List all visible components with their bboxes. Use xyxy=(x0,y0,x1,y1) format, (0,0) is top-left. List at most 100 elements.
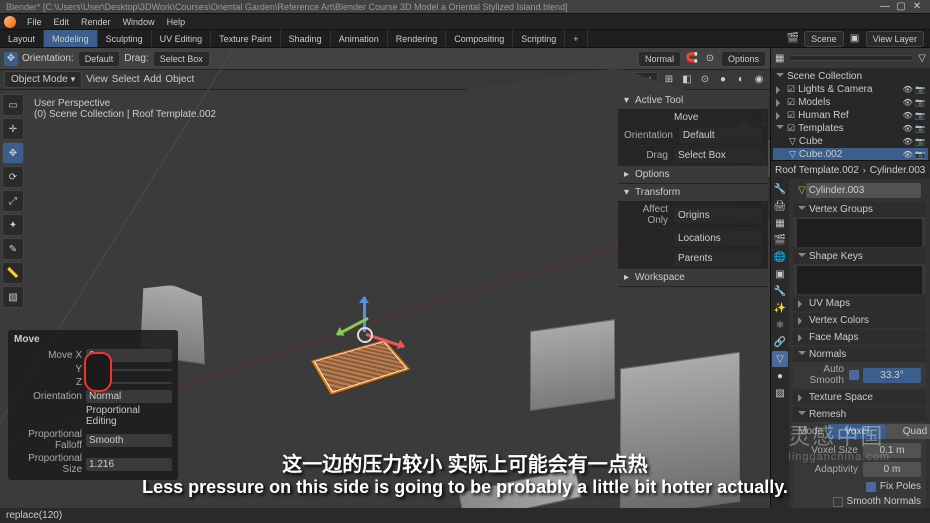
menu-select[interactable]: Select xyxy=(112,74,140,85)
autosmooth-checkbox[interactable] xyxy=(849,370,859,380)
viewport-3d[interactable]: ✥ Orientation: Default Drag: Select Box … xyxy=(0,48,770,508)
tool-transform[interactable]: ✦ xyxy=(2,214,24,236)
close-icon[interactable]: ✕ xyxy=(910,1,924,13)
tab-scripting[interactable]: Scripting xyxy=(513,30,565,47)
tool-rotate[interactable]: ⟳ xyxy=(2,166,24,188)
section-shape-keys[interactable]: Shape Keys xyxy=(793,249,926,264)
shading-solid-icon[interactable]: ● xyxy=(716,73,730,87)
tab-layout[interactable]: Layout xyxy=(0,30,44,47)
tree-models[interactable]: ☑Models👁 📷 xyxy=(773,96,928,109)
tree-lights-camera[interactable]: ☑Lights & Camera👁 📷 xyxy=(773,83,928,96)
shading-rendered-icon[interactable]: ◉ xyxy=(752,73,766,87)
transform-orient[interactable]: Normal xyxy=(638,51,681,67)
npanel-drag[interactable]: Select Box xyxy=(674,148,762,163)
menu-object[interactable]: Object xyxy=(165,74,194,85)
menu-add[interactable]: Add xyxy=(144,74,162,85)
shading-material-icon[interactable]: ◐ xyxy=(734,73,748,87)
tab-compositing[interactable]: Compositing xyxy=(446,30,513,47)
tool-addcube[interactable]: ▧ xyxy=(2,286,24,308)
smoothnorm-checkbox[interactable] xyxy=(833,497,843,507)
affect-origins[interactable]: Origins xyxy=(674,208,762,223)
section-vcolors[interactable]: Vertex Colors xyxy=(793,313,926,328)
section-vertex-groups[interactable]: Vertex Groups xyxy=(793,202,926,217)
drag-dropdown[interactable]: Select Box xyxy=(153,51,210,67)
tab-texturepaint[interactable]: Texture Paint xyxy=(211,30,281,47)
scene-icon: 🎬 xyxy=(786,32,800,46)
breadcrumb-1[interactable]: Roof Template.002 xyxy=(775,165,859,176)
proportional-falloff[interactable]: Smooth xyxy=(86,434,172,447)
gizmo-center[interactable] xyxy=(357,327,373,343)
section-uvmaps[interactable]: UV Maps xyxy=(793,296,926,311)
npanel-orientation[interactable]: Default xyxy=(679,128,762,143)
tool-scale[interactable]: ⤢ xyxy=(2,190,24,212)
tab-sculpting[interactable]: Sculpting xyxy=(98,30,152,47)
ptab-object-icon[interactable]: ▣ xyxy=(772,266,788,282)
shading-wireframe-icon[interactable]: ⊙ xyxy=(698,73,712,87)
menu-edit[interactable]: Edit xyxy=(49,17,75,27)
ptab-world-icon[interactable]: 🌐 xyxy=(772,249,788,265)
section-normals[interactable]: Normals xyxy=(793,347,926,362)
display-mode-icon[interactable]: ▦ xyxy=(775,53,784,64)
tree-cube-002[interactable]: ▽Cube.002👁 📷 xyxy=(773,148,928,160)
scene-selector[interactable]: Scene xyxy=(804,31,844,47)
snap-icon[interactable]: 🧲 xyxy=(685,52,699,66)
tree-human-ref[interactable]: ☑Human Ref👁 📷 xyxy=(773,109,928,122)
affect-parents[interactable]: Parents xyxy=(674,251,762,266)
blender-logo-icon xyxy=(4,16,16,28)
title-bar: Blender* [C:\Users\User\Desktop\3DWork\C… xyxy=(0,0,930,14)
tab-shading[interactable]: Shading xyxy=(281,30,331,47)
tool-move[interactable]: ✥ xyxy=(2,142,24,164)
menu-file[interactable]: File xyxy=(22,17,47,27)
status-bar: replace(120) xyxy=(0,508,930,523)
ptab-physics-icon[interactable]: ⚛ xyxy=(772,317,788,333)
outliner-search[interactable] xyxy=(788,55,914,61)
tool-annotate[interactable]: ✎ xyxy=(2,238,24,260)
npanel-active-tool: ▾Active Tool xyxy=(618,92,768,110)
orientation-dropdown[interactable]: Default xyxy=(78,51,121,67)
mouse-icon xyxy=(84,352,112,392)
tool-measure[interactable]: 📏 xyxy=(2,262,24,284)
menu-render[interactable]: Render xyxy=(76,17,116,27)
outliner-tree[interactable]: Scene Collection ☑Lights & Camera👁 📷 ☑Mo… xyxy=(771,68,930,160)
viewlayer-selector[interactable]: View Layer xyxy=(866,31,924,47)
tab-modeling[interactable]: Modeling xyxy=(44,30,98,47)
datablock-name[interactable]: Cylinder.003 xyxy=(806,183,921,198)
props-breadcrumb: Roof Template.002› Cylinder.003 xyxy=(771,161,930,179)
ptab-constraint-icon[interactable]: 🔗 xyxy=(772,334,788,350)
tab-animation[interactable]: Animation xyxy=(331,30,388,47)
tab-add[interactable]: + xyxy=(565,30,587,47)
menu-help[interactable]: Help xyxy=(162,17,191,27)
tool-cursor[interactable]: ✛ xyxy=(2,118,24,140)
ptab-texture-icon[interactable]: ▨ xyxy=(772,385,788,401)
filter-icon[interactable]: ▽ xyxy=(918,53,926,64)
ptab-viewlayer-icon[interactable]: ▦ xyxy=(772,215,788,231)
ptab-data-icon[interactable]: ▽ xyxy=(772,351,788,367)
breadcrumb-2[interactable]: Cylinder.003 xyxy=(870,165,926,176)
menu-window[interactable]: Window xyxy=(118,17,160,27)
minimize-icon[interactable]: — xyxy=(878,1,892,13)
workspace-tabs: Layout Modeling Sculpting UV Editing Tex… xyxy=(0,30,930,48)
section-facemaps[interactable]: Face Maps xyxy=(793,330,926,345)
ptab-scene-icon[interactable]: 🎬 xyxy=(772,232,788,248)
section-texspace[interactable]: Texture Space xyxy=(793,390,926,405)
remesh-quad[interactable]: Quad xyxy=(886,424,930,439)
maximize-icon[interactable]: ▢ xyxy=(894,1,908,13)
autosmooth-angle[interactable]: 33.3° xyxy=(863,368,921,383)
ptab-render-icon[interactable]: 🔧 xyxy=(772,181,788,197)
ptab-modifier-icon[interactable]: 🔧 xyxy=(772,283,788,299)
menu-view[interactable]: View xyxy=(86,74,108,85)
tool-select-box[interactable]: ▭ xyxy=(2,94,24,116)
affect-locations[interactable]: Locations xyxy=(674,231,762,246)
ptab-output-icon[interactable]: 🖨 xyxy=(772,198,788,214)
proportional-icon[interactable]: ⊙ xyxy=(703,52,717,66)
tree-templates[interactable]: ☑Templates👁 📷 xyxy=(773,122,928,135)
options-dropdown[interactable]: Options xyxy=(721,51,766,67)
mesh-torii-gate[interactable] xyxy=(530,319,615,411)
tree-cube[interactable]: ▽Cube👁 📷 xyxy=(773,135,928,148)
xray-icon[interactable]: ◧ xyxy=(680,73,694,87)
tab-rendering[interactable]: Rendering xyxy=(388,30,447,47)
ptab-particle-icon[interactable]: ✨ xyxy=(772,300,788,316)
mode-dropdown[interactable]: Object Mode ▾ xyxy=(4,71,82,88)
tab-uvediting[interactable]: UV Editing xyxy=(152,30,212,47)
ptab-material-icon[interactable]: ● xyxy=(772,368,788,384)
